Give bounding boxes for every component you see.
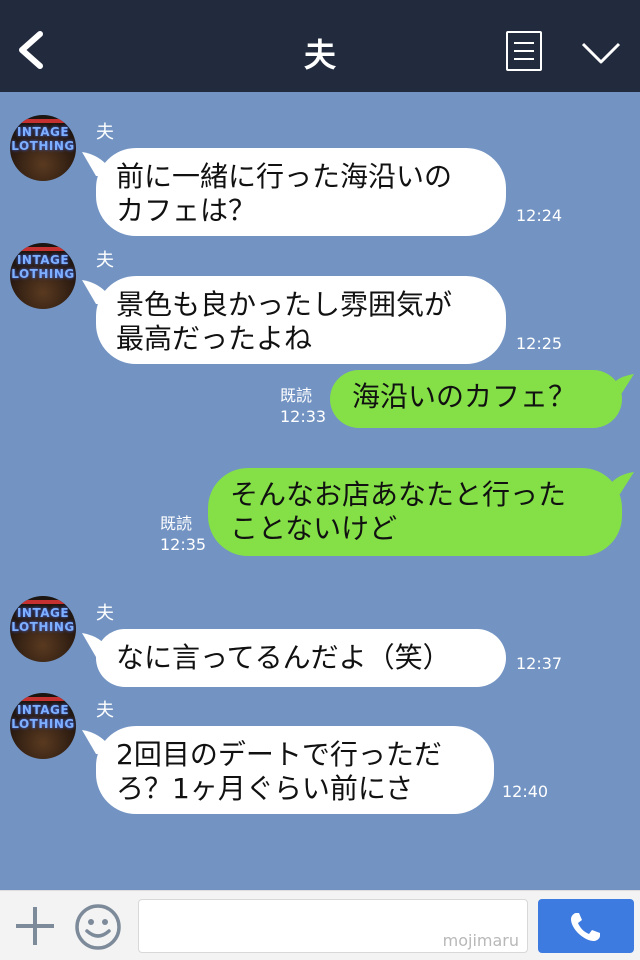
watermark-text: mojimaru bbox=[442, 931, 519, 950]
incoming-bubble[interactable]: 前に一緒に行った海沿いの カフェは？ bbox=[82, 148, 506, 236]
message-text-line: 景色も良かったし雰囲気が bbox=[116, 288, 453, 321]
sender-name: 夫 bbox=[96, 700, 114, 721]
chat-area: INTAGE LOTHING 夫 前に一緒に行った海沿いの カフェは？ 12:2… bbox=[0, 92, 640, 890]
avatar-sign-line2: LOTHING bbox=[11, 267, 75, 281]
bubble-tail bbox=[82, 730, 112, 754]
avatar[interactable]: INTAGE LOTHING bbox=[10, 596, 76, 662]
sender-name: 夫 bbox=[96, 122, 114, 143]
chevron-down-icon[interactable] bbox=[580, 40, 622, 66]
incoming-bubble[interactable]: 2回目のデートで行っただ ろ？1ヶ月ぐらい前にさ bbox=[82, 726, 494, 814]
message-text-line: ことないけど bbox=[230, 512, 398, 545]
message-time: 12:24 bbox=[516, 206, 563, 225]
incoming-bubble[interactable]: なに言ってるんだよ（笑） bbox=[82, 629, 506, 687]
outgoing-bubble[interactable]: 海沿いのカフェ？ bbox=[330, 370, 634, 428]
message-text-line: 2回目のデートで行っただ bbox=[116, 738, 442, 771]
avatar-stripe bbox=[10, 600, 76, 604]
avatar-sign-line2: LOTHING bbox=[11, 717, 75, 731]
menu-list-icon[interactable] bbox=[506, 31, 542, 71]
message-time: 12:40 bbox=[502, 782, 549, 801]
avatar[interactable]: INTAGE LOTHING bbox=[10, 115, 76, 181]
message-input[interactable]: mojimaru bbox=[138, 899, 528, 953]
avatar-sign-line2: LOTHING bbox=[11, 139, 75, 153]
phone-icon bbox=[571, 913, 600, 941]
sender-name: 夫 bbox=[96, 250, 114, 271]
bubble-tail bbox=[82, 633, 112, 657]
message-text-line: ろ？1ヶ月ぐらい前にさ bbox=[116, 772, 414, 805]
message-text-line: 最高だったよね bbox=[116, 322, 313, 355]
avatar-sign: INTAGE LOTHING bbox=[10, 253, 76, 281]
avatar-stripe bbox=[10, 247, 76, 251]
plus-icon[interactable] bbox=[14, 905, 56, 947]
sender-name: 夫 bbox=[96, 603, 114, 624]
avatar[interactable]: INTAGE LOTHING bbox=[10, 243, 76, 309]
outgoing-bubble[interactable]: そんなお店あなたと行った ことないけど bbox=[208, 468, 634, 556]
smiley-icon[interactable] bbox=[74, 903, 122, 951]
avatar-sign-line1: INTAGE bbox=[16, 606, 70, 620]
message-text-line: カフェは？ bbox=[116, 194, 257, 227]
bubble-tail bbox=[606, 472, 634, 494]
message-text-line: 海沿いのカフェ？ bbox=[352, 380, 577, 413]
bubble-tail bbox=[606, 374, 634, 396]
message-text-line: 前に一緒に行った海沿いの bbox=[116, 160, 453, 193]
read-receipt: 既読 bbox=[160, 514, 193, 533]
message-text-line: なに言ってるんだよ（笑） bbox=[116, 641, 451, 674]
avatar-sign-line1: INTAGE bbox=[16, 253, 70, 267]
avatar-stripe bbox=[10, 697, 76, 701]
incoming-bubble[interactable]: 景色も良かったし雰囲気が 最高だったよね bbox=[82, 276, 506, 364]
avatar-sign: INTAGE LOTHING bbox=[10, 125, 76, 153]
composer-bar: mojimaru bbox=[0, 890, 640, 960]
avatar-sign: INTAGE LOTHING bbox=[10, 606, 76, 634]
avatar-sign: INTAGE LOTHING bbox=[10, 703, 76, 731]
avatar-sign-line1: INTAGE bbox=[16, 125, 70, 139]
avatar-sign-line1: INTAGE bbox=[16, 703, 70, 717]
message-time: 12:35 bbox=[160, 535, 207, 554]
read-receipt: 既読 bbox=[280, 386, 313, 405]
call-button[interactable] bbox=[538, 899, 634, 953]
bubble-tail bbox=[82, 280, 112, 304]
message-time: 12:37 bbox=[516, 654, 563, 673]
chat-title: 夫 bbox=[303, 36, 336, 74]
avatar[interactable]: INTAGE LOTHING bbox=[10, 693, 76, 759]
avatar-sign-line2: LOTHING bbox=[11, 620, 75, 634]
message-time: 12:33 bbox=[280, 407, 327, 426]
chat-header: 夫 bbox=[0, 0, 640, 92]
message-text-line: そんなお店あなたと行った bbox=[230, 478, 567, 511]
message-time: 12:25 bbox=[516, 334, 563, 353]
avatar-stripe bbox=[10, 119, 76, 123]
bubble-tail bbox=[82, 152, 112, 176]
